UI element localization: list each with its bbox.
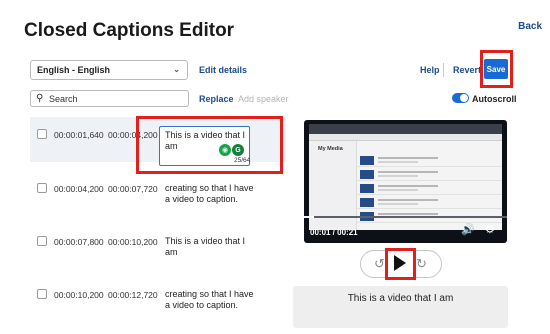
language-select[interactable]: English - English ⌄ <box>30 60 188 80</box>
video-line <box>378 199 438 201</box>
language-value: English - English <box>37 65 111 75</box>
current-caption-text: This is a video that I am <box>347 293 454 304</box>
video-list-item <box>357 182 502 195</box>
row-checkbox[interactable] <box>37 183 47 193</box>
back-link[interactable]: Back <box>518 21 542 32</box>
play-highlight-annotation <box>385 248 416 280</box>
video-line <box>378 203 418 205</box>
row-checkbox[interactable] <box>37 289 47 299</box>
divider <box>443 63 444 77</box>
video-line <box>378 157 438 159</box>
page-title: Closed Captions Editor <box>24 20 235 41</box>
search-placeholder: Search <box>49 94 78 104</box>
end-time[interactable]: 00:00:10,200 <box>108 237 158 247</box>
volume-icon[interactable]: 🔊 <box>461 223 475 236</box>
video-line <box>378 161 418 163</box>
autoscroll-label: Autoscroll <box>472 94 517 104</box>
search-icon: ⚲ <box>36 93 44 104</box>
chevron-down-icon: ⌄ <box>173 65 180 74</box>
caption-text[interactable]: creating so that I have a video to capti… <box>165 289 260 311</box>
video-thumbnail <box>360 170 374 179</box>
edit-details-link[interactable]: Edit details <box>199 65 247 75</box>
caption-text[interactable]: This is a video that I am <box>165 236 260 258</box>
start-time[interactable]: 00:00:04,200 <box>54 184 104 194</box>
video-line <box>378 171 438 173</box>
video-line <box>378 189 418 191</box>
video-progress-fill <box>304 216 315 218</box>
row-checkbox[interactable] <box>37 129 47 139</box>
video-line <box>378 213 438 215</box>
video-line <box>378 175 418 177</box>
autoscroll-toggle[interactable] <box>452 93 469 103</box>
toggle-knob <box>460 94 468 102</box>
settings-icon[interactable]: ⚙ <box>485 223 495 236</box>
video-thumbnail <box>360 198 374 207</box>
add-speaker-button[interactable]: Add speaker <box>238 94 289 104</box>
rewind-icon[interactable]: ↺ <box>374 256 385 272</box>
video-list-item <box>357 154 502 167</box>
end-time[interactable]: 00:00:07,720 <box>108 184 158 194</box>
video-list-item <box>357 168 502 181</box>
caption-row[interactable]: 00:00:07,800 00:00:10,200 This is a vide… <box>30 227 286 272</box>
video-player[interactable]: My Media 00:01 / 00:21 🔊 ⚙ <box>304 120 507 243</box>
start-time[interactable]: 00:00:10,200 <box>54 290 104 300</box>
video-heading: My Media <box>318 146 343 152</box>
video-thumbnail <box>360 184 374 193</box>
video-progress-bar[interactable] <box>304 216 507 218</box>
edit-highlight-annotation <box>136 116 283 174</box>
video-time: 00:01 / 00:21 <box>310 228 358 237</box>
revert-link[interactable]: Revert <box>453 65 481 75</box>
caption-preview: This is a video that I am <box>293 286 508 328</box>
caption-row[interactable]: 00:00:04,200 00:00:07,720 creating so th… <box>30 174 286 219</box>
replace-button[interactable]: Replace <box>199 94 234 104</box>
video-toolbar <box>309 134 502 141</box>
row-checkbox[interactable] <box>37 236 47 246</box>
caption-row[interactable]: 00:00:10,200 00:00:12,720 creating so th… <box>30 280 286 325</box>
start-time[interactable]: 00:00:07,800 <box>54 237 104 247</box>
end-time[interactable]: 00:00:12,720 <box>108 290 158 300</box>
video-browser-bar <box>309 124 502 134</box>
video-thumbnail <box>360 156 374 165</box>
start-time[interactable]: 00:00:01,640 <box>54 130 104 140</box>
caption-text[interactable]: creating so that I have a video to capti… <box>165 183 260 205</box>
video-frame: My Media <box>309 124 502 230</box>
search-input[interactable]: ⚲ Search <box>30 90 189 107</box>
help-link[interactable]: Help <box>420 65 440 75</box>
video-line <box>378 185 438 187</box>
forward-icon[interactable]: ↻ <box>416 256 427 272</box>
video-list-item <box>357 196 502 209</box>
save-button[interactable]: Save <box>484 59 508 79</box>
